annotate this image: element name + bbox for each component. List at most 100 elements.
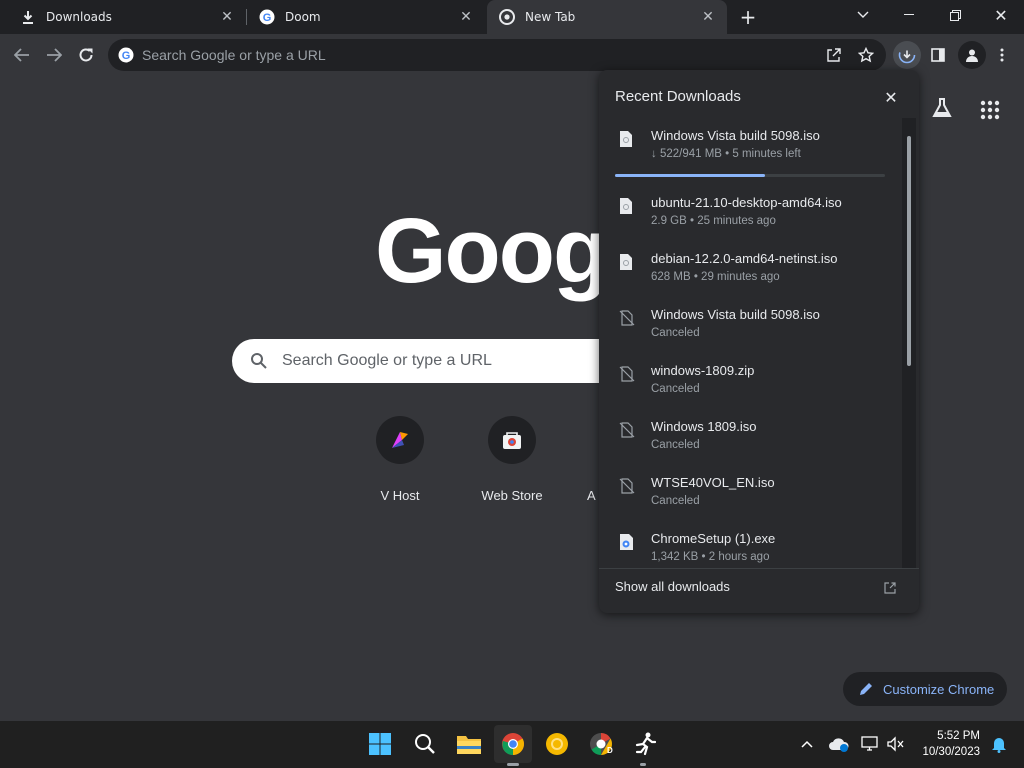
file-off-icon — [619, 421, 635, 439]
shortcut-web-store[interactable]: Web Store — [467, 416, 557, 503]
taskbar-clock[interactable]: 5:52 PM 10/30/2023 — [916, 728, 980, 760]
close-icon[interactable]: ✕ — [218, 8, 236, 26]
download-status: Canceled — [651, 439, 700, 451]
close-icon[interactable]: ✕ — [457, 8, 475, 26]
google-g-icon: G — [118, 47, 134, 63]
network-icon[interactable] — [857, 731, 883, 757]
new-tab-button[interactable]: + — [737, 5, 759, 29]
download-status: ↓ 522/941 MB • 5 minutes left — [651, 148, 801, 160]
file-explorer-icon[interactable] — [456, 731, 482, 757]
shortcut-label: Web Store — [481, 488, 543, 503]
file-off-icon — [619, 309, 635, 327]
tab-doom[interactable]: G Doom ✕ — [239, 0, 485, 34]
download-progress-bar — [615, 174, 885, 177]
download-icon — [20, 9, 36, 25]
download-name: debian-12.2.0-amd64-netinst.iso — [651, 251, 838, 266]
download-name: ChromeSetup (1).exe — [651, 531, 776, 546]
download-status: 2.9 GB • 25 minutes ago — [651, 215, 776, 227]
tab-new-tab[interactable]: New Tab ✕ — [487, 0, 727, 34]
tab-title: New Tab — [525, 10, 576, 24]
shortcut-label: Ac — [587, 488, 596, 503]
forward-button[interactable] — [42, 43, 66, 67]
download-status: Canceled — [651, 383, 700, 395]
svg-text:G: G — [122, 50, 131, 62]
taskbar-running-indicator — [507, 763, 519, 766]
chevron-up-icon[interactable] — [794, 731, 820, 757]
download-status: Canceled — [651, 327, 700, 339]
address-input[interactable] — [142, 47, 782, 63]
minimize-button[interactable] — [886, 0, 932, 30]
download-status: Canceled — [651, 495, 700, 507]
download-item[interactable]: WTSE40VOL_EN.iso Canceled — [599, 465, 902, 521]
shortcut-v-host[interactable]: V Host — [355, 416, 445, 503]
vhost-icon — [376, 416, 424, 464]
customize-chrome-button[interactable]: Customize Chrome — [843, 672, 1007, 706]
reload-button[interactable] — [74, 43, 98, 67]
restore-button[interactable] — [932, 0, 978, 30]
running-figure-icon[interactable] — [632, 731, 658, 757]
bookmark-star-icon[interactable] — [854, 43, 878, 67]
file-icon — [619, 130, 635, 148]
download-name: ubuntu-21.10-desktop-amd64.iso — [651, 195, 842, 210]
download-status: 1,342 KB • 2 hours ago — [651, 551, 770, 563]
tab-title: Doom — [285, 10, 321, 24]
side-panel-icon[interactable] — [926, 43, 950, 67]
download-name: windows-1809.zip — [651, 363, 755, 378]
chrome-icon[interactable] — [500, 731, 526, 757]
labs-flask-icon[interactable] — [930, 96, 954, 120]
onedrive-icon[interactable] — [826, 731, 852, 757]
file-icon — [619, 197, 635, 215]
download-status: 628 MB • 29 minutes ago — [651, 271, 780, 283]
shortcut-add[interactable]: Ac — [556, 416, 596, 503]
download-name: WTSE40VOL_EN.iso — [651, 475, 775, 490]
apps-grid-icon[interactable] — [980, 100, 1000, 120]
download-item[interactable]: ChromeSetup (1).exe 1,342 KB • 2 hours a… — [599, 521, 902, 568]
close-icon[interactable]: ✕ — [881, 87, 901, 107]
google-logo: Googl — [375, 200, 633, 302]
download-name: Windows Vista build 5098.iso — [651, 307, 820, 322]
download-item[interactable]: debian-12.2.0-amd64-netinst.iso 628 MB •… — [599, 241, 902, 297]
download-item[interactable]: Windows 1809.iso Canceled — [599, 409, 902, 465]
omnibox[interactable]: G — [108, 39, 886, 71]
svg-text:G: G — [263, 12, 272, 24]
taskbar-running-indicator — [640, 763, 646, 766]
customize-chrome-label: Customize Chrome — [883, 681, 995, 697]
download-item[interactable]: ubuntu-21.10-desktop-amd64.iso 2.9 GB • … — [599, 185, 902, 241]
profile-avatar-icon[interactable] — [958, 41, 986, 69]
file-off-icon — [619, 477, 635, 495]
search-icon[interactable] — [412, 731, 438, 757]
chrome-icon — [499, 9, 515, 25]
downloads-list: Windows Vista build 5098.iso ↓ 522/941 M… — [599, 118, 902, 568]
volume-muted-icon[interactable] — [883, 731, 909, 757]
download-name: Windows Vista build 5098.iso — [651, 128, 820, 143]
download-item[interactable]: windows-1809.zip Canceled — [599, 353, 902, 409]
notification-bell-icon[interactable] — [986, 731, 1012, 757]
file-icon — [619, 253, 635, 271]
tab-search-icon[interactable] — [840, 0, 886, 30]
download-item[interactable]: Windows Vista build 5098.iso Canceled — [599, 297, 902, 353]
google-g-icon: G — [259, 9, 275, 25]
close-window-button[interactable]: ✕ — [978, 0, 1024, 30]
search-icon — [250, 352, 268, 370]
pencil-icon — [859, 682, 873, 696]
downloads-title: Recent Downloads — [615, 88, 741, 105]
downloads-button[interactable] — [893, 41, 921, 69]
share-icon[interactable] — [822, 43, 846, 67]
download-item[interactable]: Windows Vista build 5098.iso ↓ 522/941 M… — [599, 118, 902, 177]
chrome-dev-icon[interactable]: D — [588, 731, 614, 757]
windows-start-icon[interactable] — [367, 731, 393, 757]
back-button[interactable] — [10, 43, 34, 67]
tab-strip: Downloads ✕ G Doom ✕ New Tab ✕ + ✕ — [0, 0, 1024, 34]
clock-date: 10/30/2023 — [922, 746, 980, 758]
show-all-downloads-link[interactable]: Show all downloads — [615, 579, 730, 594]
menu-icon[interactable] — [990, 43, 1014, 67]
taskbar: D 5:52 PM 10/30/2023 — [0, 721, 1024, 768]
tab-downloads[interactable]: Downloads ✕ — [0, 0, 246, 34]
downloads-scrollbar-thumb[interactable] — [907, 136, 911, 366]
download-name: Windows 1809.iso — [651, 419, 757, 434]
tab-title: Downloads — [46, 10, 112, 24]
web-store-icon — [488, 416, 536, 464]
clock-time: 5:52 PM — [937, 730, 980, 742]
close-icon[interactable]: ✕ — [699, 8, 717, 26]
chrome-canary-icon[interactable] — [544, 731, 570, 757]
